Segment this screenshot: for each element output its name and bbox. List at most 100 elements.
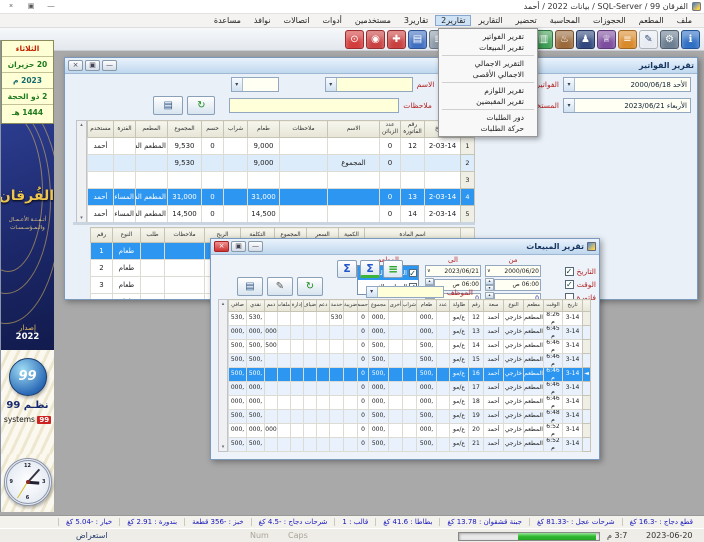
- column-header[interactable]: المطعم: [136, 121, 168, 138]
- column-header[interactable]: طاولة: [450, 300, 469, 312]
- menu-item-9[interactable]: مستخدمين: [349, 15, 397, 26]
- sales-print-button[interactable]: ▤: [237, 277, 263, 296]
- column-header[interactable]: عدد الزبائن: [380, 121, 401, 138]
- table-row[interactable]: 42-03-1413031,000031,000المطعم الشرقيالم…: [88, 189, 475, 206]
- sales-minimize-button[interactable]: —: [248, 241, 263, 252]
- column-header[interactable]: الاسم: [328, 121, 380, 138]
- column-header[interactable]: خدمة: [330, 300, 344, 312]
- name-combo[interactable]: ▾: [325, 77, 413, 92]
- date-from-picker[interactable]: الأحد 2000/06/18▾: [563, 77, 691, 92]
- invoices-scrollbar[interactable]: ▴▾: [76, 120, 87, 223]
- dropdown-item-10[interactable]: دور الطلبات: [440, 112, 536, 123]
- menu-item-4[interactable]: المحاسبة: [544, 15, 586, 26]
- details-toggle-icon[interactable]: ≡: [383, 260, 403, 278]
- column-header[interactable]: حسم: [358, 300, 369, 312]
- table-row[interactable]: 3-146:52 مالمطعمخارجيأحمد20ع/مو,000,0000…: [229, 424, 591, 438]
- column-header[interactable]: مطعم: [524, 300, 544, 312]
- menu-item-3[interactable]: الحجوزات: [587, 15, 632, 26]
- print-button[interactable]: ▤: [153, 96, 183, 115]
- menu-item-10[interactable]: أدوات: [316, 15, 347, 26]
- sales-refresh-button[interactable]: ↻: [297, 277, 323, 296]
- table-row[interactable]: 3: [88, 172, 475, 189]
- search-icon[interactable]: ◉: [366, 30, 385, 49]
- column-header[interactable]: عدد: [437, 300, 450, 312]
- splitter[interactable]: [73, 222, 475, 225]
- dropdown-item-4[interactable]: التقرير الاجمالي: [440, 58, 536, 69]
- invoices-window-titlebar[interactable]: تقرير الفواتير × ▣ —: [65, 58, 697, 74]
- kitchen-icon[interactable]: ⚙: [660, 30, 679, 49]
- table-row[interactable]: 3-146:46 مالمطعمخارجيأحمد17ع/مو,000,0000…: [229, 382, 591, 396]
- column-header[interactable]: مجموع: [369, 300, 389, 312]
- info-icon[interactable]: ℹ: [681, 30, 700, 49]
- column-header[interactable]: رقم: [469, 300, 484, 312]
- subtotal-toggle-icon[interactable]: Σ: [360, 260, 380, 278]
- table-row[interactable]: 12-03-141209,00009,530المطعم الشرقيأحمد: [88, 138, 475, 155]
- waiter-icon[interactable]: ♟: [576, 30, 595, 49]
- sales-date-from[interactable]: 2000/06/20∨: [485, 265, 541, 277]
- sales-time-from[interactable]: 06:00 ص: [494, 279, 541, 291]
- dropdown-item-8[interactable]: تقرير المقبضين: [440, 96, 536, 107]
- dining-tables-icon[interactable]: ♨: [555, 30, 574, 49]
- menu-item-8[interactable]: تقارير3: [398, 15, 434, 26]
- column-header[interactable]: إدارة: [291, 300, 304, 312]
- column-header[interactable]: صافي: [229, 300, 247, 312]
- sales-scrollbar[interactable]: ▴▾: [218, 299, 228, 452]
- menu-item-11[interactable]: اتصالات: [278, 15, 316, 26]
- restaurant-checkbox[interactable]: ✓: [409, 269, 417, 277]
- column-header[interactable]: حسم: [202, 121, 224, 138]
- menu-item-2[interactable]: المطعم: [633, 15, 670, 26]
- table-row[interactable]: 3-146:46 مالمطعمخارجيأحمد18ع/مو,000,0000…: [229, 396, 591, 410]
- menu-item-6[interactable]: التقارير: [472, 15, 508, 26]
- sales-edit-button[interactable]: ✎: [267, 277, 293, 296]
- app-close-button[interactable]: ×: [3, 2, 19, 12]
- time-checkbox[interactable]: ✓: [565, 280, 574, 289]
- column-header[interactable]: طعام: [248, 121, 280, 138]
- column-header[interactable]: تاريخ: [563, 300, 583, 312]
- refresh-button[interactable]: ↻: [187, 96, 215, 115]
- burger-icon[interactable]: ≡: [618, 30, 637, 49]
- dropdown-item-1[interactable]: تقرير الفواتير: [440, 31, 536, 42]
- column-header[interactable]: ملاحظات: [165, 228, 205, 243]
- employee-combo[interactable]: ▾: [366, 286, 444, 298]
- invoices-close-button[interactable]: ×: [68, 60, 83, 71]
- payment-cards-icon[interactable]: ▤: [408, 30, 427, 49]
- sales-window-titlebar[interactable]: تقرير المبيعات × ▣ —: [211, 239, 599, 255]
- column-header[interactable]: شراب: [224, 121, 248, 138]
- sum-toggle-icon[interactable]: Σ: [337, 260, 357, 278]
- table-row[interactable]: 3-148:26 مالمطعمخارجيأحمد12ع/مو,000,0000…: [229, 312, 591, 326]
- sales-date-to[interactable]: 2023/06/21∨: [425, 265, 481, 277]
- column-header[interactable]: ضريبة: [344, 300, 358, 312]
- column-header[interactable]: ملاحظات: [280, 121, 328, 138]
- table-row[interactable]: 3-146:52 مالمطعمخارجيأحمد21ع/مو,500,5000…: [229, 438, 591, 452]
- dropdown-item-7[interactable]: تقرير اللوازم: [440, 85, 536, 96]
- column-header[interactable]: ضياف: [304, 300, 317, 312]
- table-row[interactable]: 3-146:48 مالمطعمخارجيأحمد19ع/مو,500,5000…: [229, 410, 591, 424]
- column-header[interactable]: النوع: [113, 228, 141, 243]
- orders-pad-icon[interactable]: ✎: [639, 30, 658, 49]
- menu-item-7[interactable]: تقارير2: [435, 15, 471, 26]
- column-header[interactable]: [583, 300, 591, 312]
- sales-maximize-button[interactable]: ▣: [231, 241, 246, 252]
- column-header[interactable]: ملفات: [278, 300, 291, 312]
- column-header[interactable]: مستخدم: [88, 121, 114, 138]
- exit-icon[interactable]: ⊙: [345, 30, 364, 49]
- notes-input[interactable]: [229, 98, 399, 113]
- column-header[interactable]: الوقت: [544, 300, 563, 312]
- column-header[interactable]: الفترة: [114, 121, 136, 138]
- menu-item-1[interactable]: ملف: [671, 15, 698, 26]
- time-from-spinner[interactable]: ▴▾: [485, 278, 494, 291]
- invoices-minimize-button[interactable]: —: [102, 60, 117, 71]
- invoices-maximize-button[interactable]: ▣: [85, 60, 100, 71]
- dropdown-item-2[interactable]: تقرير المبيعات: [440, 42, 536, 53]
- view-combo[interactable]: ▾: [231, 77, 279, 92]
- app-restore-button[interactable]: ▣: [23, 2, 39, 12]
- menu-item-12[interactable]: نوافذ: [248, 15, 277, 26]
- column-header[interactable]: المجموع: [168, 121, 202, 138]
- dropdown-item-5[interactable]: الاجمالي الأقصى: [440, 69, 536, 80]
- table-row[interactable]: 20المجموع9,0009,530: [88, 155, 475, 172]
- menu-item-5[interactable]: تحضير: [510, 15, 543, 26]
- column-header[interactable]: ذمم: [265, 300, 278, 312]
- table-row[interactable]: 52-03-1414014,500014,500المطعم الشرقيالم…: [88, 206, 475, 223]
- sales-close-button[interactable]: ×: [214, 241, 229, 252]
- column-header[interactable]: طعام: [417, 300, 437, 312]
